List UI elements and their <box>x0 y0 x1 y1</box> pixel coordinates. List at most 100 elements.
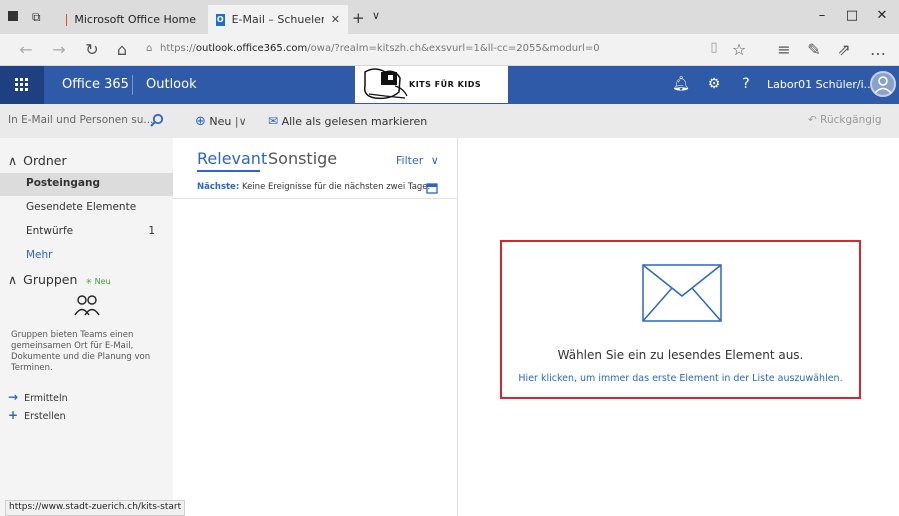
url-host: outlook.office365.com <box>195 43 308 54</box>
groups-heading[interactable]: ∧ Gruppen ✳ Neu <box>8 272 111 287</box>
discover-label: Ermitteln <box>24 393 68 404</box>
tab-outlook-mail[interactable]: O E-Mail – Schuelerin061. ✕ <box>208 5 348 34</box>
minimize-button[interactable]: – <box>807 8 837 23</box>
create-label: Erstellen <box>24 411 66 422</box>
groups-description: Gruppen bieten Teams einen gemeinsamen O… <box>11 330 151 373</box>
more-label: Mehr <box>26 249 53 261</box>
message-list-pane: Relevant Sonstige Filter ∨ Nächste: Kein… <box>173 138 458 516</box>
upcoming-events-bar: Nächste: Keine Ereignisse für die nächst… <box>197 182 430 192</box>
reading-pane: Wählen Sie ein zu lesendes Element aus. … <box>459 138 899 516</box>
list-divider <box>173 198 458 199</box>
new-message-button[interactable]: ⊕ Neu |∨ <box>195 114 247 129</box>
new-badge: ✳ Neu <box>85 277 111 286</box>
address-input[interactable]: https://outlook.office365.com/owa/?realm… <box>160 43 600 54</box>
plus-circle-icon: ⊕ <box>195 114 206 129</box>
folder-sent-items[interactable]: Gesendete Elemente <box>0 197 173 220</box>
calendar-icon[interactable] <box>426 179 438 198</box>
tab-previews-chevron-icon[interactable]: ∨ <box>372 9 380 22</box>
maximize-button[interactable]: □ <box>837 8 867 23</box>
folder-count: 1 <box>148 225 155 237</box>
undo-icon: ↶ <box>808 114 817 126</box>
app-name-link[interactable]: Outlook <box>146 77 197 92</box>
folder-label: Posteingang <box>26 177 100 189</box>
command-bar: In E-Mail und Personen su... ⊕ Neu |∨ ✉ … <box>0 104 899 138</box>
office-logo-icon <box>66 13 68 26</box>
envelope-open-icon: ✉ <box>268 114 279 128</box>
new-badge-label: Neu <box>94 277 111 286</box>
folder-pane: ∧ Ordner Posteingang Gesendete Elemente E… <box>0 138 173 516</box>
url-prefix: https:// <box>160 43 196 54</box>
favorite-star-icon[interactable]: ☆ <box>727 40 751 59</box>
filter-label: Filter <box>396 154 424 167</box>
link-status-url: https://www.stadt-zuerich.ch/kits-start <box>5 500 186 516</box>
empty-state-title: Wählen Sie ein zu lesendes Element aus. <box>557 348 804 362</box>
create-group-button[interactable]: + Erstellen <box>8 408 66 422</box>
folders-heading-label: Ordner <box>23 153 67 168</box>
reading-view-icon[interactable]: ▯ <box>702 40 726 55</box>
groups-heading-label: Gruppen <box>23 272 78 287</box>
tab-office-home[interactable]: Microsoft Office Home <box>58 5 204 34</box>
folder-label: Gesendete Elemente <box>26 201 137 213</box>
search-input[interactable]: In E-Mail und Personen su... <box>0 104 173 138</box>
user-name[interactable]: Labor01 Schüler/i... <box>767 78 874 91</box>
home-button[interactable]: ⌂ <box>110 40 134 59</box>
settings-gear-icon[interactable]: ⚙ <box>701 76 727 92</box>
suite-bar: Office 365 Outlook KITS FÜR KIDS 🔔︎ ⚙ ? … <box>0 66 899 104</box>
kits-fuer-kids-logo[interactable]: KITS FÜR KIDS <box>355 66 508 103</box>
close-window-button[interactable]: ✕ <box>867 8 897 23</box>
new-tab-button[interactable]: + <box>352 9 365 27</box>
discover-groups-button[interactable]: → Ermitteln <box>8 390 68 404</box>
mark-all-read-button[interactable]: ✉ Alle als gelesen markieren <box>268 114 427 128</box>
filter-dropdown[interactable]: Filter ∨ <box>396 154 439 167</box>
new-dropdown-chevron-icon[interactable]: |∨ <box>235 115 247 128</box>
forward-button[interactable]: → <box>47 40 71 59</box>
collapse-chevron-icon: ∧ <box>8 153 18 168</box>
undo-label: Rückgängig <box>820 114 882 126</box>
logo-text: KITS FÜR KIDS <box>409 80 482 89</box>
person-icon <box>874 76 892 94</box>
undo-button[interactable]: ↶ Rückgängig <box>808 114 882 126</box>
select-first-item-link[interactable]: Hier klicken, um immer das erste Element… <box>502 373 859 384</box>
upcoming-text: Keine Ereignisse für die nächsten zwei T… <box>241 182 431 192</box>
tab-other[interactable]: Sonstige <box>268 149 337 168</box>
mark-all-read-label: Alle als gelesen markieren <box>281 115 428 128</box>
tab-title: E-Mail – Schuelerin061. <box>231 13 324 26</box>
folders-more-link[interactable]: Mehr <box>0 245 173 268</box>
chevron-down-icon: ∨ <box>430 154 439 167</box>
groups-people-icon <box>73 294 101 320</box>
lock-icon: ⌂ <box>146 43 153 54</box>
folder-label: Entwürfe <box>26 225 74 237</box>
arrow-right-icon: → <box>8 390 19 404</box>
more-menu-icon[interactable]: … <box>866 40 890 59</box>
web-note-icon[interactable]: ✎ <box>802 40 826 59</box>
envelope-icon <box>642 264 722 326</box>
address-bar-row: ← → ↻ ⌂ ⌂ https://outlook.office365.com/… <box>0 34 899 66</box>
refresh-button[interactable]: ↻ <box>80 40 104 59</box>
new-label: Neu <box>209 115 232 128</box>
set-aside-tabs-icon[interactable]: ⧉ <box>32 10 41 25</box>
favorites-hub-icon[interactable]: ≡ <box>772 40 796 59</box>
help-icon[interactable]: ? <box>733 76 759 92</box>
upcoming-label: Nächste: <box>197 182 240 192</box>
close-tab-icon[interactable]: ✕ <box>331 13 340 26</box>
collapse-chevron-icon: ∧ <box>8 272 18 287</box>
notifications-bell-icon[interactable]: 🔔︎ <box>668 76 694 92</box>
folder-inbox[interactable]: Posteingang <box>0 173 173 196</box>
suite-name-link[interactable]: Office 365 <box>62 77 129 92</box>
url-path: /owa/?realm=kitszh.ch&exsvurl=1&ll-cc=20… <box>307 43 600 54</box>
browser-tab-strip: ⧉ Microsoft Office Home O E-Mail – Schue… <box>0 0 899 34</box>
share-icon[interactable]: ⇗ <box>832 40 856 59</box>
suite-divider <box>132 75 133 95</box>
tab-title: Microsoft Office Home <box>74 13 196 26</box>
tab-manager-icon[interactable] <box>8 11 18 21</box>
search-icon[interactable] <box>150 113 164 131</box>
outlook-logo-icon: O <box>216 13 225 26</box>
user-avatar[interactable] <box>870 71 896 97</box>
tab-focused[interactable]: Relevant <box>197 149 267 168</box>
empty-state-highlight: Wählen Sie ein zu lesendes Element aus. … <box>500 240 861 399</box>
back-button[interactable]: ← <box>14 40 38 59</box>
plus-icon: + <box>8 408 19 422</box>
app-launcher-waffle-icon[interactable] <box>0 66 44 104</box>
folders-heading[interactable]: ∧ Ordner <box>8 153 67 168</box>
folder-drafts[interactable]: Entwürfe 1 <box>0 221 173 244</box>
